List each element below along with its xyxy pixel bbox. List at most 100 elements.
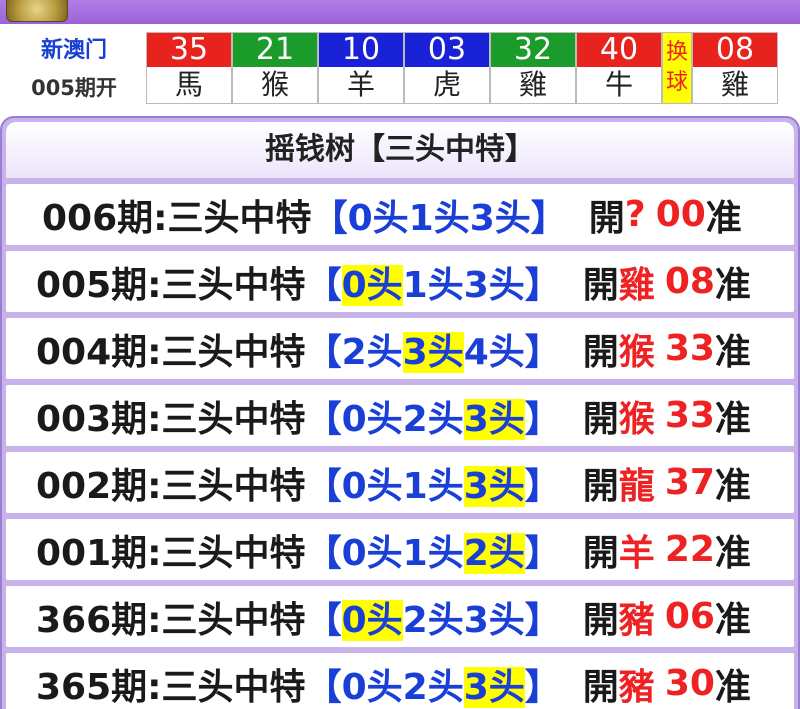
row-label: 三头中特	[161, 599, 306, 641]
row-number: 08	[664, 261, 715, 302]
row-zodiac: 猴	[618, 398, 655, 440]
row-issue: 365期:	[36, 666, 162, 708]
row-heads: 【0头2头3头】	[306, 390, 561, 442]
ball-6: 40 牛	[576, 32, 662, 104]
swap-char: 换	[665, 40, 688, 65]
row-label: 三头中特	[161, 264, 306, 306]
row-open-label: 開	[582, 599, 619, 641]
open-bracket: 【	[305, 331, 342, 373]
row-accuracy-label: 准	[705, 197, 742, 239]
head-hit: 3头	[463, 666, 525, 708]
row-zodiac: 豬	[618, 666, 655, 708]
row-open-label: 開	[582, 532, 619, 574]
ball-1: 35 馬	[146, 32, 232, 104]
close-bracket: 】	[524, 264, 561, 306]
row-accuracy-label: 准	[714, 398, 751, 440]
panel-title: 摇钱树【三头中特】	[6, 122, 794, 178]
site-name: 新澳门	[40, 38, 107, 63]
swap-char: 球	[665, 70, 688, 95]
open-bracket: 【	[305, 465, 342, 507]
row-open-label: 開	[582, 331, 619, 373]
head-pick: 1头	[402, 532, 464, 574]
logo-image	[6, 0, 68, 22]
head-hit: 0头	[341, 264, 403, 306]
row-number: 22	[664, 529, 715, 570]
row-accuracy-label: 准	[714, 666, 751, 708]
row-number: 33	[664, 328, 715, 369]
row-open-label: 開	[582, 398, 619, 440]
head-pick: 0头	[347, 197, 409, 239]
prediction-panel: 摇钱树【三头中特】 006期: 三头中特 【0头1头3头】開? 00 准 005期: 三头中…	[0, 116, 800, 709]
row-label: 三头中特	[167, 197, 312, 239]
row-accuracy-label: 准	[714, 465, 751, 507]
head-pick: 2头	[402, 599, 464, 641]
row-label: 三头中特	[161, 398, 306, 440]
open-bracket: 【	[311, 197, 348, 239]
row-zodiac: 猴	[618, 331, 655, 373]
row-accuracy-label: 准	[714, 599, 751, 641]
ball-number: 35	[147, 33, 231, 67]
row-zodiac: ?	[624, 194, 646, 235]
row-zodiac: 龍	[618, 465, 655, 507]
prediction-list: 006期: 三头中特 【0头1头3头】開? 00 准 005期: 三头中特 【0头1头3头】開…	[6, 184, 794, 709]
close-bracket: 】	[524, 599, 561, 641]
ball-5: 32 雞	[490, 32, 576, 104]
ball-zodiac: 猴	[233, 67, 317, 103]
prediction-row: 004期: 三头中特 【2头3头4头】開猴 33 准	[6, 318, 794, 379]
head-pick: 3头	[469, 197, 531, 239]
row-issue: 366期:	[36, 599, 162, 641]
ball-number: 21	[233, 33, 317, 67]
row-issue: 005期:	[36, 264, 162, 306]
ball-3: 10 羊	[318, 32, 404, 104]
ball-zodiac: 牛	[577, 67, 661, 103]
head-pick: 2头	[402, 666, 464, 708]
prediction-row: 003期: 三头中特 【0头2头3头】開猴 33 准	[6, 385, 794, 446]
row-heads: 【0头2头3头】	[306, 658, 561, 709]
head-hit: 3头	[463, 465, 525, 507]
close-bracket: 】	[530, 197, 567, 239]
result-balls: 35 馬 21 猴 10 羊 03 虎 32 雞 40 牛换球 08 雞	[146, 32, 778, 104]
close-bracket: 】	[524, 331, 561, 373]
head-hit: 3头	[402, 331, 464, 373]
prediction-row: 001期: 三头中特 【0头1头2头】開羊 22 准	[6, 519, 794, 580]
ball-zodiac: 雞	[491, 67, 575, 103]
head-pick: 1头	[402, 465, 464, 507]
close-bracket: 】	[524, 398, 561, 440]
open-bracket: 【	[305, 666, 342, 708]
row-heads: 【0头1头3头】	[312, 189, 567, 241]
row-heads: 【0头1头3头】	[306, 457, 561, 509]
row-heads: 【0头2头3头】	[306, 591, 561, 643]
issue-open-label: 005期开	[31, 76, 117, 100]
head-pick: 2头	[402, 398, 464, 440]
prediction-row: 366期: 三头中特 【0头2头3头】開豬 06 准	[6, 586, 794, 647]
row-open-label: 開	[582, 465, 619, 507]
row-label: 三头中特	[161, 666, 306, 708]
ball-zodiac: 羊	[319, 67, 403, 103]
row-heads: 【0头1头3头】	[306, 256, 561, 308]
ball-2: 21 猴	[232, 32, 318, 104]
open-bracket: 【	[305, 599, 342, 641]
open-bracket: 【	[305, 398, 342, 440]
row-heads: 【2头3头4头】	[306, 323, 561, 375]
open-bracket: 【	[305, 264, 342, 306]
ball-zodiac: 虎	[405, 67, 489, 103]
head-hit: 2头	[463, 532, 525, 574]
row-zodiac: 豬	[618, 599, 655, 641]
swap-badge: 换球	[662, 32, 692, 104]
prediction-row: 006期: 三头中特 【0头1头3头】開? 00 准	[6, 184, 794, 245]
row-accuracy-label: 准	[714, 264, 751, 306]
row-accuracy-label: 准	[714, 532, 751, 574]
open-bracket: 【	[305, 532, 342, 574]
top-banner	[0, 0, 800, 24]
prediction-row: 002期: 三头中特 【0头1头3头】開龍 37 准	[6, 452, 794, 513]
head-pick: 0头	[341, 532, 403, 574]
row-zodiac: 羊	[618, 532, 655, 574]
row-label: 三头中特	[161, 465, 306, 507]
row-issue: 002期:	[36, 465, 162, 507]
row-issue: 001期:	[36, 532, 162, 574]
result-strip: 新澳门 005期开 35 馬 21 猴 10 羊 03 虎 32 雞 40 牛换球 08 雞	[0, 24, 800, 108]
head-pick: 3头	[463, 599, 525, 641]
head-pick: 0头	[341, 398, 403, 440]
row-label: 三头中特	[161, 532, 306, 574]
prediction-row: 005期: 三头中特 【0头1头3头】開雞 08 准	[6, 251, 794, 312]
